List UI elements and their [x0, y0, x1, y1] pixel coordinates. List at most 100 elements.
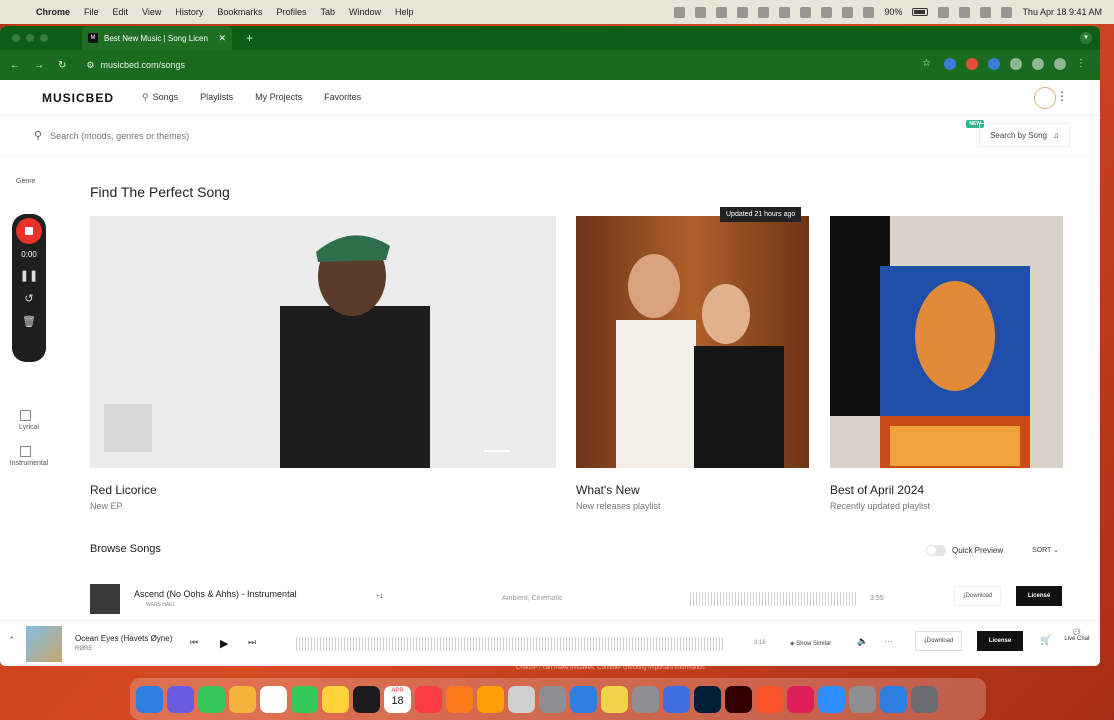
dock-app-icon[interactable] — [198, 685, 225, 713]
dock-app-icon[interactable] — [446, 685, 473, 713]
nav-favorites[interactable]: Favorites — [324, 92, 361, 103]
card-title-red-licorice[interactable]: Red Licorice — [90, 483, 157, 497]
dock-app-icon[interactable] — [136, 685, 163, 713]
song-extra-count[interactable]: +1 — [376, 594, 383, 600]
quick-preview-toggle[interactable]: Quick Preview — [926, 545, 1003, 556]
menu-chrome[interactable]: Chrome — [36, 7, 70, 17]
menu-profiles[interactable]: Profiles — [276, 7, 306, 17]
nav-my-projects[interactable]: My Projects — [255, 92, 302, 103]
back-icon[interactable]: ← — [10, 60, 20, 71]
song-download-button[interactable]: ⤓ Download — [954, 586, 1002, 606]
menu-window[interactable]: Window — [349, 7, 381, 17]
dock-app-icon[interactable] — [291, 685, 318, 713]
show-similar-button[interactable]: ◈ Show Similar — [790, 640, 831, 647]
menu-history[interactable]: History — [175, 7, 203, 17]
genre-filter[interactable]: Genre — [16, 178, 35, 185]
song-row[interactable]: Ascend (No Oohs & Ahhs) - Instrumental W… — [90, 584, 1070, 614]
dock-app-icon[interactable] — [818, 685, 845, 713]
user-avatar[interactable] — [1034, 87, 1056, 109]
trash-icon[interactable]: 🗑 — [12, 315, 46, 328]
tab-search-chevron-icon[interactable]: ▾ — [1080, 32, 1092, 44]
dock-app-icon[interactable] — [322, 685, 349, 713]
menubar-clock[interactable]: Thu Apr 18 9:41 AM — [1022, 7, 1102, 17]
search-icon[interactable] — [959, 6, 971, 18]
featured-card-whats-new[interactable] — [576, 216, 809, 468]
cart-icon[interactable]: 🛒 — [1040, 635, 1051, 646]
pause-icon[interactable]: ❚❚ — [12, 269, 46, 282]
extensions-puzzle-icon[interactable] — [1010, 58, 1022, 70]
dock-app-icon[interactable]: APR 18 — [384, 685, 411, 713]
song-title[interactable]: Ascend (No Oohs & Ahhs) - Instrumental — [134, 589, 297, 599]
now-playing-title[interactable]: Ocean Eyes (Havets Øyne) — [75, 634, 172, 643]
play-icon[interactable]: ▶ — [220, 637, 228, 650]
search-input[interactable] — [50, 130, 651, 141]
now-playing-cover[interactable] — [26, 626, 62, 662]
play-circle-icon[interactable] — [842, 6, 854, 18]
status-icon-4[interactable] — [758, 6, 770, 18]
dock-app-icon[interactable] — [663, 685, 690, 713]
lock-icon[interactable] — [863, 6, 875, 18]
dock-app-icon[interactable] — [694, 685, 721, 713]
side-panel-icon[interactable] — [1032, 58, 1044, 70]
dock-app-icon[interactable] — [849, 685, 876, 713]
headphones-icon[interactable] — [821, 6, 833, 18]
menu-file[interactable]: File — [84, 7, 99, 17]
now-playing-artist[interactable]: RØRE — [75, 646, 92, 652]
dock-app-icon[interactable] — [167, 685, 194, 713]
dock-app-icon[interactable] — [539, 685, 566, 713]
control-center-icon[interactable] — [980, 6, 992, 18]
more-menu-icon[interactable]: ⋮ — [1056, 89, 1068, 103]
featured-card-red-licorice[interactable] — [90, 216, 556, 468]
volume-icon[interactable]: 🔈 — [857, 636, 868, 647]
status-icon-2[interactable] — [695, 6, 707, 18]
audio-icon[interactable] — [779, 6, 791, 18]
wifi-icon[interactable] — [938, 6, 950, 18]
chrome-menu-icon[interactable]: ⋮ — [1076, 58, 1088, 70]
nav-songs[interactable]: ⚲ Songs — [142, 92, 178, 103]
dock-app-icon[interactable] — [725, 685, 752, 713]
forward-icon[interactable]: → — [34, 60, 44, 71]
dock-app-icon[interactable] — [415, 685, 442, 713]
search-by-song-button[interactable]: Search by Song ♫ — [979, 123, 1070, 147]
status-icon-3[interactable] — [737, 6, 749, 18]
nav-playlists[interactable]: Playlists — [200, 92, 233, 103]
siri-icon[interactable] — [1001, 6, 1013, 18]
menu-tab[interactable]: Tab — [320, 7, 335, 17]
profile-avatar-icon[interactable] — [1054, 58, 1066, 70]
menu-view[interactable]: View — [142, 7, 161, 17]
stop-recording-button[interactable] — [16, 218, 42, 244]
dock-app-icon[interactable] — [787, 685, 814, 713]
previous-track-icon[interactable]: ⏮ — [190, 637, 198, 648]
reload-icon[interactable]: ↻ — [58, 60, 66, 71]
status-icon-1[interactable] — [674, 6, 686, 18]
dock-app-icon[interactable] — [229, 685, 256, 713]
close-tab-icon[interactable]: ✕ — [218, 33, 226, 44]
dock-app-icon[interactable] — [353, 685, 380, 713]
quick-preview-switch[interactable] — [926, 545, 946, 556]
battery-icon[interactable] — [912, 8, 929, 16]
lyrical-checkbox[interactable] — [20, 410, 31, 421]
live-chat-button[interactable]: 💬 Live Chat — [1062, 629, 1092, 642]
dock-app-icon[interactable] — [601, 685, 628, 713]
dock-app-icon[interactable] — [880, 685, 907, 713]
extension-icon-3[interactable] — [988, 58, 1000, 70]
dock-app-icon[interactable] — [570, 685, 597, 713]
new-tab-icon[interactable]: + — [246, 31, 253, 45]
dock-app-icon[interactable] — [260, 685, 287, 713]
next-track-icon[interactable]: ⏭ — [248, 637, 256, 648]
expand-chevron-icon[interactable]: ⌃ — [8, 635, 16, 646]
dock-app-icon[interactable] — [756, 685, 783, 713]
extension-icon-1[interactable] — [944, 58, 956, 70]
dock-app-icon[interactable] — [508, 685, 535, 713]
status-icon-5[interactable] — [800, 6, 812, 18]
more-options-icon[interactable]: ⋯ — [884, 636, 893, 647]
dock-app-icon[interactable] — [477, 685, 504, 713]
gear-icon[interactable] — [716, 6, 728, 18]
featured-card-best-of-april[interactable] — [830, 216, 1063, 468]
bookmark-star-icon[interactable]: ☆ — [922, 58, 934, 70]
tab-musicbed[interactable]: M Best New Music | Song Licen ✕ — [82, 26, 232, 50]
close-window-button[interactable] — [12, 34, 20, 42]
musicbed-logo[interactable]: MUSICBED — [42, 91, 114, 105]
card-title-whats-new[interactable]: What's New — [576, 483, 640, 497]
card-title-best-of-april[interactable]: Best of April 2024 — [830, 483, 924, 497]
